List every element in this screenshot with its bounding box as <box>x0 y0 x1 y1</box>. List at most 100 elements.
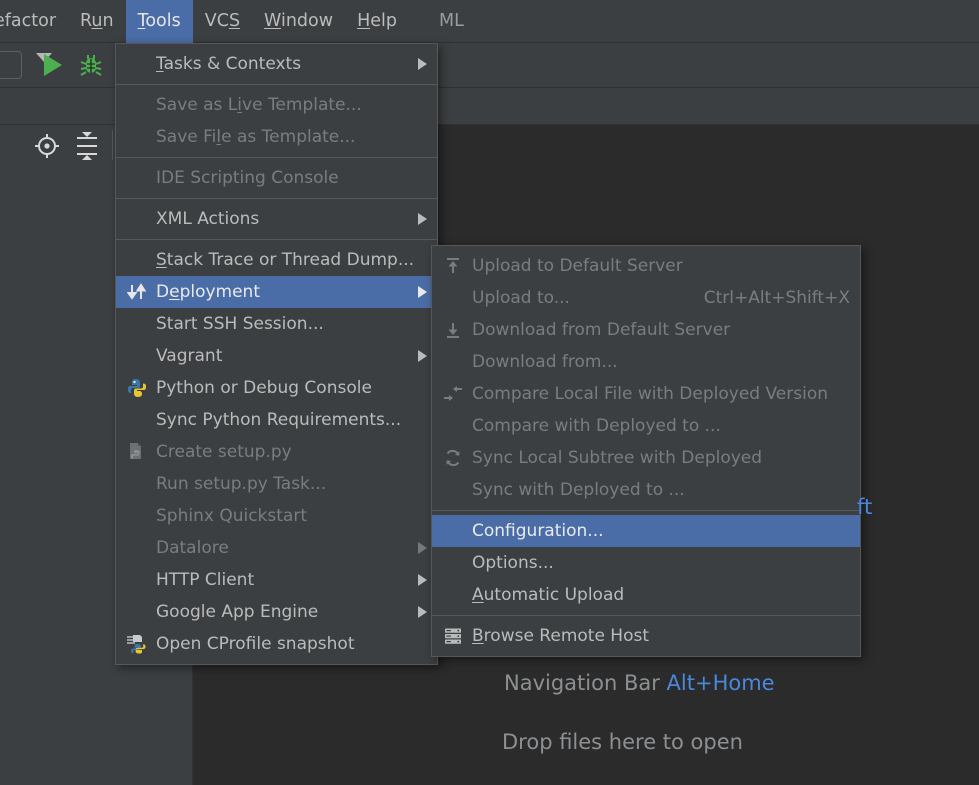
menu-item-http-client[interactable]: HTTP Client <box>116 564 437 596</box>
menu-item-run-setup-py-task: Run setup.py Task... <box>116 468 437 500</box>
menu-item-compare-local-file-with-deployed-version: Compare Local File with Deployed Version <box>432 378 860 410</box>
menubar-item-tools[interactable]: Tools <box>126 0 193 43</box>
sync-icon <box>440 448 466 468</box>
submenu-chevron-right-icon <box>418 213 427 225</box>
menubar-item-run[interactable]: Run <box>68 0 126 43</box>
menubar-item-help[interactable]: Help <box>345 0 409 43</box>
run-icon[interactable] <box>44 54 62 76</box>
remote-host-icon <box>440 626 466 646</box>
menu-item-label: Configuration... <box>472 521 850 541</box>
menu-item-no-icon <box>124 54 150 74</box>
menu-item-label: Sync with Deployed to ... <box>472 480 850 500</box>
menu-item-label: Sync Local Subtree with Deployed <box>472 448 850 468</box>
menu-item-no-icon <box>124 346 150 366</box>
menu-item-automatic-upload[interactable]: Automatic Upload <box>432 579 860 611</box>
menu-item-no-icon <box>440 553 466 573</box>
menu-item-google-app-engine[interactable]: Google App Engine <box>116 596 437 628</box>
main-menu-bar: efactorRunToolsVCSWindowHelp ML <box>0 0 979 43</box>
menubar-item-window[interactable]: Window <box>252 0 345 43</box>
menu-item-no-icon <box>124 506 150 526</box>
menu-item-label: Tasks & Contexts <box>156 54 402 74</box>
menu-item-label: Save File as Template... <box>156 127 427 147</box>
menu-item-options[interactable]: Options... <box>432 547 860 579</box>
menu-item-sync-python-requirements[interactable]: Sync Python Requirements... <box>116 404 437 436</box>
menu-item-no-icon <box>124 127 150 147</box>
python-setup-icon-disabled <box>124 442 150 462</box>
menu-item-label: Python or Debug Console <box>156 378 427 398</box>
menu-item-no-icon <box>124 168 150 188</box>
submenu-chevron-right-icon <box>418 606 427 618</box>
menu-item-sync-local-subtree-with-deployed: Sync Local Subtree with Deployed <box>432 442 860 474</box>
ide-window: efactorRunToolsVCSWindowHelp ML <box>0 0 979 785</box>
menu-item-label: Stack Trace or Thread Dump... <box>156 250 427 270</box>
menu-item-label: Deployment <box>156 282 402 302</box>
menu-item-label: Vagrant <box>156 346 402 366</box>
run-configuration-selector[interactable] <box>0 51 22 79</box>
menu-item-download-from: Download from... <box>432 346 860 378</box>
submenu-chevron-right-icon <box>418 574 427 586</box>
cprofile-snapshot-icon <box>124 634 150 654</box>
menu-item-label: Sync Python Requirements... <box>156 410 427 430</box>
toolbar-divider <box>112 130 113 160</box>
menu-item-ide-scripting-console: IDE Scripting Console <box>116 162 437 194</box>
menu-item-label: Options... <box>472 553 850 573</box>
hint-navigation-bar-label: Navigation Bar <box>504 671 660 695</box>
menu-item-download-from-default-server: Download from Default Server <box>432 314 860 346</box>
menu-item-compare-with-deployed-to: Compare with Deployed to ... <box>432 410 860 442</box>
menu-separator <box>116 84 437 85</box>
menu-item-python-or-debug-console[interactable]: Python or Debug Console <box>116 372 437 404</box>
menu-item-no-icon <box>124 95 150 115</box>
menu-item-upload-to-default-server: Upload to Default Server <box>432 250 860 282</box>
menu-item-open-cprofile-snapshot[interactable]: Open CProfile snapshot <box>116 628 437 660</box>
tools-menu-popup[interactable]: Tasks & ContextsSave as Live Template...… <box>115 43 438 665</box>
menu-item-label: Google App Engine <box>156 602 402 622</box>
menu-item-stack-trace-or-thread-dump[interactable]: Stack Trace or Thread Dump... <box>116 244 437 276</box>
menu-item-sync-with-deployed-to: Sync with Deployed to ... <box>432 474 860 506</box>
menu-item-label: Datalore <box>156 538 402 558</box>
hint-navigation-bar: Navigation Bar Alt+Home <box>504 671 775 695</box>
menu-item-start-ssh-session[interactable]: Start SSH Session... <box>116 308 437 340</box>
menu-item-label: Compare with Deployed to ... <box>472 416 850 436</box>
menu-item-label: HTTP Client <box>156 570 402 590</box>
menu-item-no-icon <box>440 352 466 372</box>
menu-item-label: Browse Remote Host <box>472 626 850 646</box>
menu-item-no-icon <box>124 602 150 622</box>
menu-item-deployment[interactable]: Deployment <box>116 276 437 308</box>
menubar-item-vcs[interactable]: VCS <box>193 0 252 43</box>
menu-item-browse-remote-host[interactable]: Browse Remote Host <box>432 620 860 652</box>
python-console-icon <box>124 378 150 398</box>
menu-item-label: Open CProfile snapshot <box>156 634 427 654</box>
deployment-submenu-popup[interactable]: Upload to Default Server Upload to... Ctrl… <box>431 245 861 657</box>
menu-item-label: Create setup.py <box>156 442 427 462</box>
menu-item-no-icon <box>440 480 466 500</box>
menubar-item-efactor[interactable]: efactor <box>0 0 68 43</box>
menu-item-label: Download from... <box>472 352 850 372</box>
submenu-chevron-right-icon <box>418 286 427 298</box>
menu-separator <box>116 239 437 240</box>
menu-item-no-icon <box>440 288 466 308</box>
submenu-chevron-right-icon <box>418 350 427 362</box>
menu-item-vagrant[interactable]: Vagrant <box>116 340 437 372</box>
menu-item-label: Download from Default Server <box>472 320 850 340</box>
menu-item-configuration[interactable]: Configuration... <box>432 515 860 547</box>
menu-item-create-setup-py: Create setup.py <box>116 436 437 468</box>
menu-item-no-icon <box>440 416 466 436</box>
hint-drop-files-label: Drop files here to open <box>502 730 743 754</box>
menu-item-label: Upload to... <box>472 288 680 308</box>
menu-item-no-icon <box>124 314 150 334</box>
collapse-all-icon <box>77 132 97 160</box>
menu-item-xml-actions[interactable]: XML Actions <box>116 203 437 235</box>
menubar-item-ml[interactable]: ML <box>427 0 476 43</box>
debug-bug-icon[interactable] <box>80 53 102 77</box>
menu-item-label: XML Actions <box>156 209 402 229</box>
submenu-chevron-right-icon <box>418 542 427 554</box>
upload-icon <box>440 256 466 276</box>
menu-item-label: Start SSH Session... <box>156 314 427 334</box>
menu-item-tasks-contexts[interactable]: Tasks & Contexts <box>116 48 437 80</box>
hint-navigation-bar-shortcut: Alt+Home <box>667 671 775 695</box>
menu-item-shortcut: Ctrl+Alt+Shift+X <box>704 288 850 308</box>
menu-item-datalore: Datalore <box>116 532 437 564</box>
menu-item-no-icon <box>124 209 150 229</box>
menu-separator <box>432 510 860 511</box>
menu-item-no-icon <box>124 538 150 558</box>
